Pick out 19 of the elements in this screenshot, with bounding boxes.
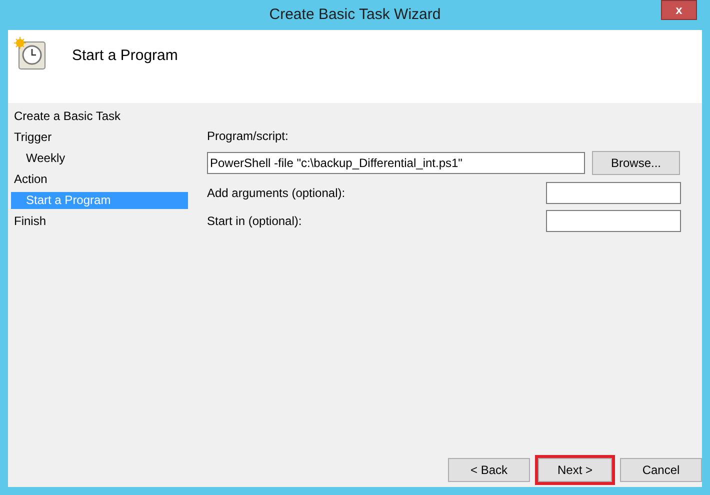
step-item[interactable]: Trigger xyxy=(11,127,188,148)
step-item[interactable]: Create a Basic Task xyxy=(11,106,188,127)
program-field[interactable]: PowerShell -file "c:\backup_Differential_int.ps1" xyxy=(207,152,585,174)
field-label: Add arguments (optional): xyxy=(207,185,346,202)
step-item[interactable]: Finish xyxy=(11,211,188,232)
clock-icon xyxy=(14,37,48,71)
step-item[interactable]: Action xyxy=(11,169,188,190)
input-field[interactable] xyxy=(546,210,681,232)
wizard-button[interactable]: < Back xyxy=(448,458,530,482)
wizard-button[interactable]: Cancel xyxy=(620,458,702,482)
browse-button[interactable]: Browse... xyxy=(592,151,680,175)
input-field[interactable] xyxy=(546,182,681,204)
close-button[interactable]: x xyxy=(661,0,697,20)
field-label: Start in (optional): xyxy=(207,213,302,230)
wizard-button[interactable]: Next > xyxy=(538,458,612,482)
page-heading: Start a Program xyxy=(72,46,178,66)
step-item[interactable]: Weekly xyxy=(11,148,188,169)
window-title: Create Basic Task Wizard xyxy=(269,4,441,25)
field-label: Program/script: xyxy=(207,128,290,145)
